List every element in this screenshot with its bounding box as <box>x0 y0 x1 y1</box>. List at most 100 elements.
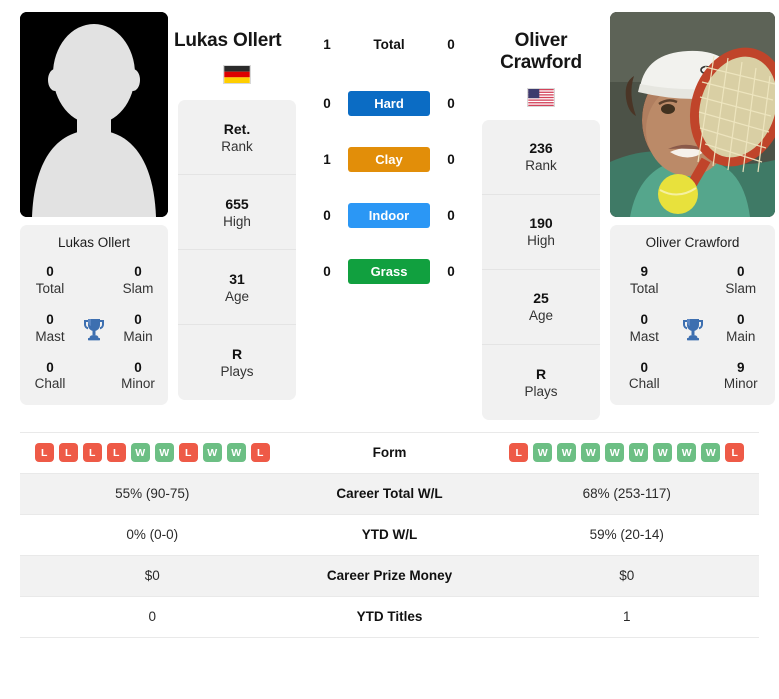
left-titles-minor: 0 Minor <box>121 359 155 392</box>
right-form-badges: LWWWWWWWWL <box>495 443 760 463</box>
right-career-wl: 68% (253-117) <box>582 486 671 502</box>
left-trophy-icon <box>74 316 114 342</box>
left-titles-card: Lukas Ollert 0 Total 0 Slam 0 Mast 0 Mai… <box>20 225 168 406</box>
left-titles-total: 0 Total <box>35 264 65 296</box>
h2h-row-clay: 1 Clay 0 <box>306 145 472 173</box>
form-badge-win: W <box>557 443 577 463</box>
right-prize-money: $0 <box>619 568 635 584</box>
left-titles-main: 0 Main <box>123 311 153 344</box>
h2h-right-hard: 0 <box>447 95 455 111</box>
right-rank-row: 25 Age <box>482 270 600 345</box>
form-badge-win: W <box>154 443 174 463</box>
h2h-row-hard: 0 Hard 0 <box>306 89 472 117</box>
h2h-left-indoor: 0 <box>323 207 331 223</box>
table-row: 0% (0-0) YTD W/L 59% (20-14) <box>20 515 759 556</box>
table-row: LLLLWWLWWL Form LWWWWWWWWL <box>20 433 759 474</box>
form-badge-win: W <box>581 443 601 463</box>
form-badge-win: W <box>677 443 697 463</box>
row-label-career-wl: Career Total W/L <box>336 486 443 502</box>
germany-flag-icon <box>223 65 251 85</box>
right-titles-total: 9 Total <box>629 264 659 296</box>
h2h-left-total: 1 <box>323 36 331 52</box>
left-ytd-wl: 0% (0-0) <box>126 527 179 543</box>
left-prize-money: $0 <box>144 568 160 584</box>
left-rank-row: R Plays <box>220 346 254 380</box>
left-player-name: Lukas Ollert <box>174 30 282 51</box>
right-player-photo <box>610 12 775 217</box>
h2h-right-clay: 0 <box>447 151 455 167</box>
right-titles-mast: 0 Mast <box>629 311 659 344</box>
surface-badge-indoor[interactable]: Indoor <box>348 202 430 228</box>
row-label-form: Form <box>372 445 407 461</box>
right-rank-row: 190 High <box>482 195 600 270</box>
h2h-row-indoor: 0 Indoor 0 <box>306 201 472 229</box>
left-flag-wrap <box>178 65 296 85</box>
right-ytd-titles: 1 <box>622 609 631 625</box>
left-titles-chall: 0 Chall <box>34 359 66 392</box>
surface-badge-grass[interactable]: Grass <box>348 258 430 284</box>
right-flag-wrap <box>482 87 600 107</box>
form-badge-win: W <box>533 443 553 463</box>
h2h-right-total: 0 <box>447 36 455 52</box>
row-label-ytd-wl: YTD W/L <box>361 527 418 543</box>
right-rank-row: R Plays <box>524 365 558 399</box>
form-badge-win: W <box>226 443 246 463</box>
form-badge-loss: L <box>725 443 745 463</box>
right-player-card: Oliver Crawford 9 Total 0 Slam 0 Mast 0 … <box>610 12 775 406</box>
form-badge-loss: L <box>250 443 270 463</box>
h2h-right-indoor: 0 <box>447 207 455 223</box>
comparison-table: LLLLWWLWWL Form LWWWWWWWWL 55% (90-75) C… <box>20 431 759 638</box>
row-label-ytd-titles: YTD Titles <box>356 609 423 625</box>
h2h-left-hard: 0 <box>323 95 331 111</box>
left-form-cell: LLLLWWLWWL <box>20 443 285 463</box>
placeholder-avatar-icon <box>20 12 168 217</box>
row-label-prize-money: Career Prize Money <box>326 568 453 584</box>
h2h-left-grass: 0 <box>323 263 331 279</box>
left-titles-player-name: Lukas Ollert <box>57 235 131 250</box>
right-player-name: Oliver Crawford <box>500 30 582 74</box>
left-player-info: Lukas Ollert Ret. Rank 655 High 31 Age R… <box>174 12 296 401</box>
right-ytd-wl: 59% (20-14) <box>589 527 664 543</box>
right-titles-card: Oliver Crawford 9 Total 0 Slam 0 Mast 0 … <box>610 225 775 406</box>
right-rank-card: 236 Rank 190 High 25 Age R Plays <box>482 119 600 420</box>
surface-badge-clay[interactable]: Clay <box>348 146 430 172</box>
left-rank-row: 31 Age <box>178 250 296 326</box>
h2h-label-total: Total <box>373 36 405 52</box>
right-titles-minor: 9 Minor <box>723 359 758 392</box>
left-titles-mast: 0 Mast <box>35 311 65 344</box>
surface-badge-hard[interactable]: Hard <box>348 90 430 116</box>
left-rank-row: Ret. Rank <box>178 100 296 176</box>
comparison-header: Lukas Ollert 0 Total 0 Slam 0 Mast 0 Mai… <box>0 0 779 420</box>
form-badge-loss: L <box>34 443 54 463</box>
form-badge-win: W <box>701 443 721 463</box>
form-badge-loss: L <box>178 443 198 463</box>
right-form-cell: LWWWWWWWWL <box>495 443 760 463</box>
form-badge-win: W <box>202 443 222 463</box>
right-titles-grid: 9 Total 0 Slam 0 Mast 0 Main 0 Chall 9 M… <box>616 264 769 393</box>
form-badge-loss: L <box>82 443 102 463</box>
form-badge-win: W <box>605 443 625 463</box>
left-titles-grid: 0 Total 0 Slam 0 Mast 0 Main 0 Chall 0 M… <box>26 264 162 393</box>
right-trophy-icon <box>673 316 713 342</box>
right-player-info: Oliver Crawford 236 Rank 190 High 25 Age… <box>482 12 600 420</box>
h2h-left-clay: 1 <box>323 151 331 167</box>
form-badge-loss: L <box>106 443 126 463</box>
left-ytd-titles: 0 <box>148 609 156 625</box>
right-titles-chall: 0 Chall <box>628 359 660 392</box>
form-badge-win: W <box>653 443 673 463</box>
right-titles-player-name: Oliver Crawford <box>645 235 740 250</box>
form-badge-loss: L <box>58 443 78 463</box>
left-player-photo <box>20 12 168 217</box>
left-titles-slam: 0 Slam <box>122 264 154 296</box>
left-rank-row: 655 High <box>178 175 296 251</box>
table-row: $0 Career Prize Money $0 <box>20 555 759 597</box>
usa-flag-icon <box>527 87 555 107</box>
left-career-wl: 55% (90-75) <box>115 486 190 502</box>
form-badge-loss: L <box>509 443 529 463</box>
table-row: 0 YTD Titles 1 <box>20 597 759 638</box>
table-row: 55% (90-75) Career Total W/L 68% (253-11… <box>20 473 759 515</box>
left-form-badges: LLLLWWLWWL <box>20 443 285 463</box>
h2h-row-total: 1 Total 0 <box>306 30 472 58</box>
head-to-head-column: 1 Total 0 0 Hard 0 1 Clay 0 0 Indoor 0 0 <box>306 12 472 313</box>
right-rank-row: 236 Rank <box>482 120 600 195</box>
